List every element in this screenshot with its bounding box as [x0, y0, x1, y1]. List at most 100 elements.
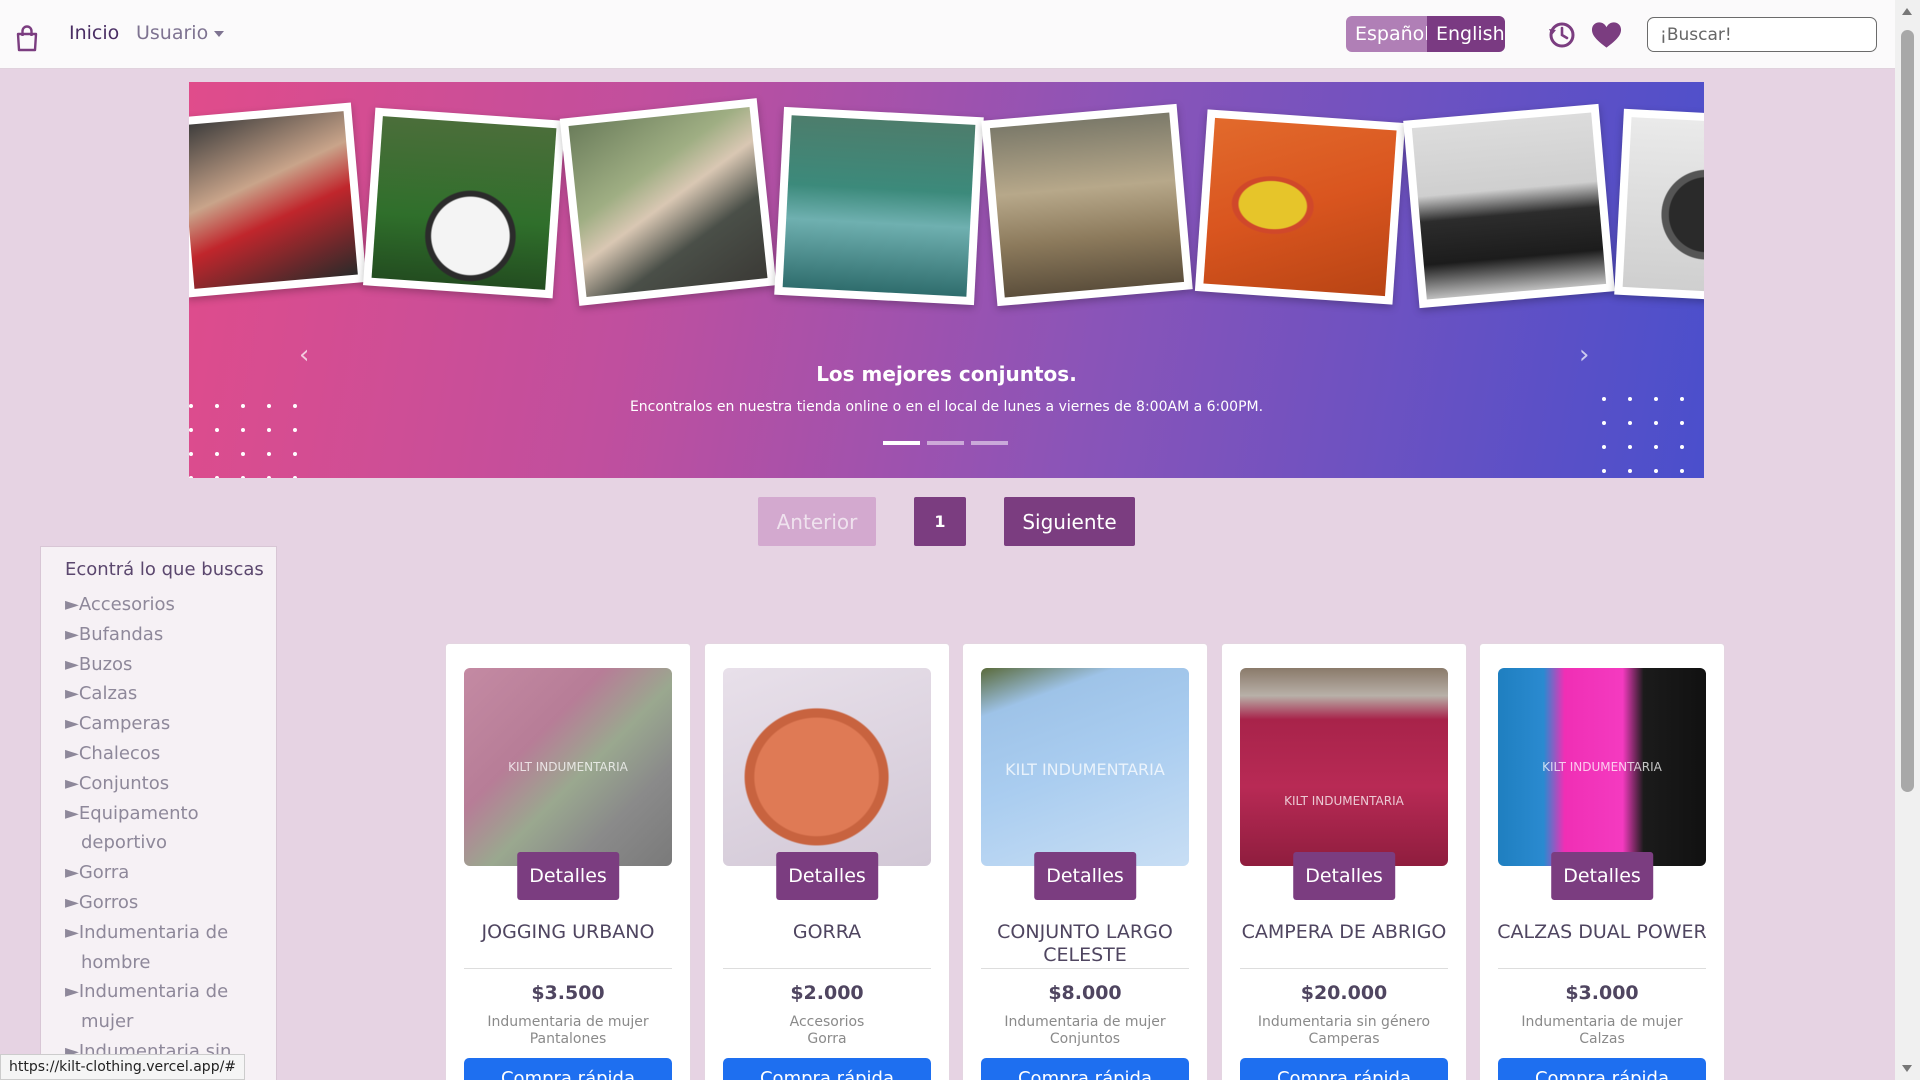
search-field[interactable] — [1647, 17, 1879, 52]
product-image[interactable]: KILT INDUMENTARIA — [464, 668, 672, 866]
product-watermark: KILT INDUMENTARIA — [508, 760, 628, 774]
product-card: KILT INDUMENTARIA Detalles CAMPERA DE AB… — [1221, 643, 1467, 1080]
shopping-bag-icon[interactable] — [14, 24, 40, 52]
product-price: $2.000 — [790, 982, 864, 1004]
category-item[interactable]: ►Calzas — [65, 679, 258, 709]
language-english-button[interactable]: English — [1427, 16, 1505, 52]
link-status-bar: https://kilt-clothing.vercel.app/# — [0, 1054, 246, 1080]
product-name: CALZAS DUAL POWER — [1497, 921, 1707, 943]
category-item[interactable]: ►Accesorios — [65, 590, 258, 620]
product-watermark: KILT INDUMENTARIA — [1542, 760, 1662, 774]
quick-buy-button[interactable]: Compra rápida — [1498, 1058, 1706, 1080]
category-item[interactable]: ►Buzos — [65, 650, 258, 680]
pagination-current-page[interactable]: 1 — [914, 497, 966, 546]
carousel-caption-title: Los mejores conjuntos. — [816, 362, 1077, 386]
divider — [464, 968, 672, 969]
scroll-up-arrow-icon[interactable] — [1902, 8, 1912, 15]
product-image[interactable]: KILT INDUMENTARIA — [981, 668, 1189, 866]
product-category: Indumentaria de mujer — [487, 1014, 649, 1030]
pagination-next-button[interactable]: Siguiente — [1004, 497, 1135, 546]
category-item[interactable]: ►Indumentaria de hombre — [65, 918, 258, 978]
product-category: Indumentaria sin género — [1257, 1014, 1431, 1030]
carousel-photo-boxing — [189, 102, 367, 298]
product-image[interactable]: KILT INDUMENTARIA — [1498, 668, 1706, 866]
category-item[interactable]: ►Bufandas — [65, 620, 258, 650]
product-category: Accesorios — [789, 1014, 865, 1030]
carousel-photo-swimming — [774, 106, 984, 306]
product-price: $8.000 — [1048, 982, 1122, 1004]
carousel-photo-cycling — [981, 103, 1193, 307]
carousel-photo-soccer — [363, 107, 565, 299]
product-card: KILT INDUMENTARIA Detalles CALZAS DUAL P… — [1479, 643, 1725, 1080]
page-scrollbar[interactable] — [1895, 0, 1920, 1080]
details-button[interactable]: Detalles — [1293, 852, 1395, 900]
carousel-photo-basketball — [1403, 103, 1615, 309]
pagination-previous-button[interactable]: Anterior — [758, 497, 876, 546]
category-list: ►Accesorios ►Bufandas ►Buzos ►Calzas ►Ca… — [41, 580, 276, 1067]
decorative-dot-grid-left — [189, 404, 299, 478]
hero-carousel[interactable]: ‹ › Los mejores conjuntos. Encontralos e… — [189, 82, 1704, 478]
chevron-down-icon — [214, 30, 225, 37]
product-subcategory: Camperas — [1308, 1031, 1380, 1047]
category-item[interactable]: ►Indumentaria de mujer — [65, 977, 258, 1037]
category-item[interactable]: ►Gorros — [65, 888, 258, 918]
category-item[interactable]: ►Chalecos — [65, 739, 258, 769]
carousel-indicator-2[interactable] — [927, 441, 964, 445]
scroll-down-arrow-icon[interactable] — [1902, 1065, 1912, 1072]
heart-icon[interactable] — [1591, 21, 1622, 49]
divider — [981, 968, 1189, 969]
product-price: $3.500 — [531, 982, 605, 1004]
nav-user-dropdown[interactable]: Usuario — [136, 22, 225, 44]
details-button[interactable]: Detalles — [517, 852, 619, 900]
carousel-photo-running — [559, 98, 777, 306]
carousel-indicator-1[interactable] — [883, 441, 920, 445]
product-price: $20.000 — [1300, 982, 1388, 1004]
carousel-indicators — [883, 441, 1008, 445]
quick-buy-button[interactable]: Compra rápida — [723, 1058, 931, 1080]
product-category: Indumentaria de mujer — [1004, 1014, 1166, 1030]
product-card: KILT INDUMENTARIA Detalles CONJUNTO LARG… — [962, 643, 1208, 1080]
category-sidebar: Econtrá lo que buscas ►Accesorios ►Bufan… — [40, 546, 277, 1080]
product-category: Indumentaria de mujer — [1521, 1014, 1683, 1030]
product-name: CONJUNTO LARGO CELESTE — [997, 921, 1173, 966]
nav-user-label: Usuario — [136, 22, 209, 44]
nav-home-link[interactable]: Inicio — [69, 22, 119, 44]
details-button[interactable]: Detalles — [1034, 852, 1136, 900]
carousel-photo-weights — [1614, 108, 1704, 302]
product-watermark: KILT INDUMENTARIA — [1284, 794, 1404, 808]
carousel-caption-subtitle: Encontralos en nuestra tienda online o e… — [629, 399, 1264, 415]
product-watermark: KILT INDUMENTARIA — [1005, 760, 1165, 779]
carousel-photo-tennis — [1194, 109, 1406, 305]
language-spanish-button[interactable]: Español — [1346, 16, 1430, 52]
product-image[interactable]: KILT INDUMENTARIA — [1240, 668, 1448, 866]
category-item[interactable]: ►Camperas — [65, 709, 258, 739]
product-name: GORRA — [792, 921, 862, 943]
product-name: CAMPERA DE ABRIGO — [1241, 921, 1447, 943]
quick-buy-button[interactable]: Compra rápida — [464, 1058, 672, 1080]
product-card: Detalles GORRA $2.000 Accesorios Gorra C… — [704, 643, 950, 1080]
details-button[interactable]: Detalles — [776, 852, 878, 900]
search-input[interactable] — [1660, 24, 1879, 45]
sidebar-title: Econtrá lo que buscas — [65, 559, 264, 580]
quick-buy-button[interactable]: Compra rápida — [1240, 1058, 1448, 1080]
product-price: $3.000 — [1565, 982, 1639, 1004]
product-image[interactable] — [723, 668, 931, 866]
carousel-indicator-3[interactable] — [971, 441, 1008, 445]
details-button[interactable]: Detalles — [1551, 852, 1653, 900]
scrollbar-thumb[interactable] — [1901, 30, 1914, 792]
category-item[interactable]: ►Conjuntos — [65, 769, 258, 799]
product-subcategory: Conjuntos — [1049, 1031, 1121, 1047]
product-subcategory: Pantalones — [529, 1031, 607, 1047]
divider — [1498, 968, 1706, 969]
top-navbar: Inicio Usuario Español English — [0, 0, 1895, 69]
category-item[interactable]: ►Equipamento deportivo — [65, 799, 258, 859]
product-card: KILT INDUMENTARIA Detalles JOGGING URBAN… — [445, 643, 691, 1080]
product-subcategory: Calzas — [1579, 1031, 1625, 1047]
divider — [1240, 968, 1448, 969]
product-subcategory: Gorra — [807, 1031, 847, 1047]
product-name: JOGGING URBANO — [481, 921, 655, 943]
history-icon[interactable] — [1547, 20, 1577, 50]
divider — [723, 968, 931, 969]
category-item[interactable]: ►Gorra — [65, 858, 258, 888]
quick-buy-button[interactable]: Compra rápida — [981, 1058, 1189, 1080]
